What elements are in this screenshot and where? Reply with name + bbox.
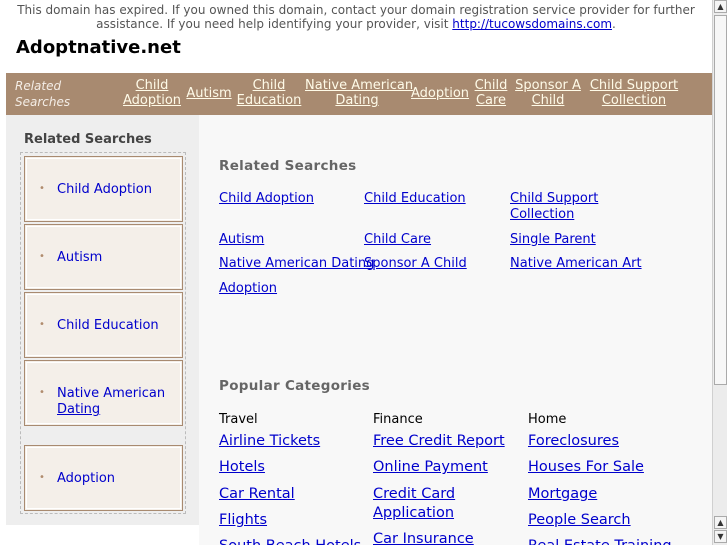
topbar-link-adoption[interactable]: Adoption [411,86,469,101]
sidebar-item-link[interactable]: Native American Dating [57,386,175,418]
topbar-link-child-care[interactable]: Child Care [473,78,509,108]
related-link-line1: Child Support [510,191,599,206]
topbar-link-line2: Education [236,93,302,108]
category-travel-heading: Travel [219,412,258,427]
sidebar: Related Searches • Child Adoption • Auti… [6,115,199,525]
bullet-icon: • [39,472,45,483]
sidebar-item-label: Child Adoption [57,182,152,197]
tucows-link[interactable]: http://tucowsdomains.com [452,17,612,31]
top-related-bar: Related Searches Child Adoption Autism Ch… [6,73,712,115]
sidebar-item-link[interactable]: Adoption [57,471,175,487]
category-link-car-insurance[interactable]: Car Insurance [373,530,474,545]
sidebar-item-adoption[interactable]: • Adoption [24,445,183,511]
topbar-link-line1: Sponsor A [515,78,581,93]
category-link-car-rental[interactable]: Car Rental [219,485,295,504]
sidebar-item-label: Native American [57,386,166,401]
topbar-link-child-adoption[interactable]: Child Adoption [121,78,183,108]
related-link-sponsor-a-child[interactable]: Sponsor A Child [364,256,467,272]
notice-period: . [612,17,616,31]
expired-notice: This domain has expired. If you owned th… [0,3,712,31]
related-link-native-american-art[interactable]: Native American Art [510,256,642,272]
category-link-mortgage[interactable]: Mortgage [528,485,597,504]
topbar-link-line1: Child Support [589,78,679,93]
category-link-free-credit-report[interactable]: Free Credit Report [373,432,505,451]
category-link-people-search[interactable]: People Search [528,511,631,530]
category-link-houses-for-sale[interactable]: Houses For Sale [528,458,644,477]
topbar-link-line1: Child [252,78,286,93]
topbar-link-line1: Child [474,78,508,93]
topbar-link-line2: Adoption [122,93,182,108]
category-link-real-estate-training[interactable]: Real Estate Training [528,537,672,545]
topbar-link-sponsor-a-child[interactable]: Sponsor A Child [514,78,582,108]
scroll-down-icon[interactable]: ▼ [714,530,727,543]
sidebar-item-child-adoption[interactable]: • Child Adoption [24,156,183,222]
popular-categories-heading: Popular Categories [219,378,370,394]
scrollbar-thumb[interactable] [714,15,727,385]
topbar-link-native-american-dating[interactable]: Native American Dating [305,78,414,108]
sidebar-item-native-american-dating[interactable]: • Native American Dating [24,360,183,426]
sidebar-item-link[interactable]: Autism [57,250,175,266]
sidebar-item-label-line2: Dating [57,402,101,417]
vertical-scrollbar[interactable]: ▲ ▲ ▼ [712,0,727,545]
category-home-heading: Home [528,412,567,427]
sidebar-item-label: Autism [57,250,103,265]
related-searches-heading: Related Searches [219,158,357,174]
topbar-link-line2: Dating [335,93,379,108]
category-link-online-payment[interactable]: Online Payment [373,458,488,477]
category-link-foreclosures[interactable]: Foreclosures [528,432,619,451]
topbar-link-line1: Autism [186,86,232,101]
bullet-icon: • [39,387,45,398]
sidebar-item-label: Child Education [57,318,159,333]
sidebar-item-autism[interactable]: • Autism [24,224,183,290]
related-link-child-support-collection[interactable]: Child Support Collection [510,191,598,223]
sidebar-item-link[interactable]: Child Education [57,318,175,334]
related-link-child-care[interactable]: Child Care [364,232,431,248]
bullet-icon: • [39,183,45,194]
related-link-autism[interactable]: Autism [219,232,264,248]
category-link-airline-tickets[interactable]: Airline Tickets [219,432,320,451]
notice-line-1: This domain has expired. If you owned th… [17,3,695,17]
topbar-link-line2: Care [475,93,507,108]
topbar-link-line1: Adoption [411,86,470,101]
topbar-label-line1: Related [15,79,62,93]
site-title: Adoptnative.net [16,37,181,58]
related-link-native-american-dating[interactable]: Native American Dating [219,256,374,272]
sidebar-item-link[interactable]: Child Adoption [57,182,175,198]
related-link-child-education[interactable]: Child Education [364,191,466,207]
category-link-credit-card-application[interactable]: Credit Card Application [373,485,483,523]
sidebar-item-child-education[interactable]: • Child Education [24,292,183,358]
sidebar-heading: Related Searches [24,132,152,147]
topbar-label-line2: Searches [15,95,71,109]
topbar-link-line1: Child [135,78,169,93]
topbar-link-autism[interactable]: Autism [186,86,232,101]
scroll-up-icon-lower[interactable]: ▲ [714,516,727,529]
topbar-label: Related Searches [15,78,85,110]
notice-line-2-text: assistance. If you need help identifying… [96,17,453,31]
topbar-link-line2: Child [531,93,565,108]
notice-line-2: assistance. If you need help identifying… [0,17,712,31]
topbar-link-line1: Native American [305,78,414,93]
topbar-link-child-education[interactable]: Child Education [235,78,303,108]
scroll-up-icon[interactable]: ▲ [714,0,727,13]
category-link-south-beach-hotels[interactable]: South Beach Hotels [219,537,361,545]
category-finance-heading: Finance [373,412,423,427]
topbar-link-child-support-collection[interactable]: Child Support Collection [588,78,680,108]
bullet-icon: • [39,319,45,330]
related-link-child-adoption[interactable]: Child Adoption [219,191,314,207]
category-link-flights[interactable]: Flights [219,511,267,530]
sidebar-item-label: Adoption [57,471,116,486]
related-link-single-parent[interactable]: Single Parent [510,232,596,248]
category-link-hotels[interactable]: Hotels [219,458,265,477]
main-content: Related Searches Child Adoption Child Ed… [199,115,712,545]
related-link-adoption[interactable]: Adoption [219,281,277,297]
bullet-icon: • [39,251,45,262]
related-link-line2: Collection [510,207,575,222]
topbar-link-line2: Collection [601,93,667,108]
